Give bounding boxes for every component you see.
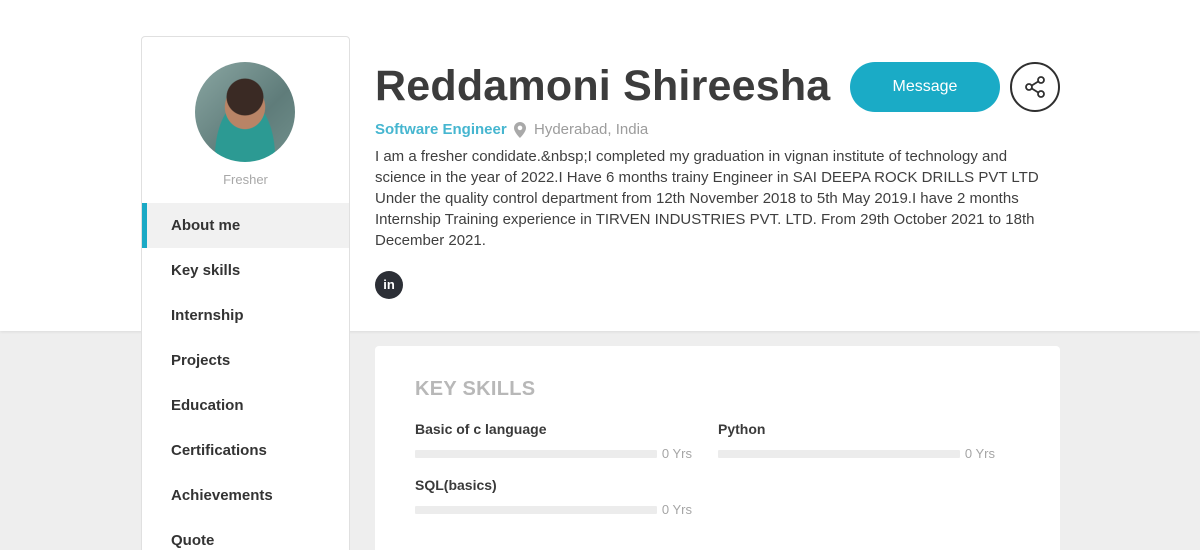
sidebar-item-internship[interactable]: Internship	[142, 293, 349, 338]
sidebar-menu: About me Key skills Internship Projects …	[142, 203, 349, 550]
sidebar-item-certifications[interactable]: Certifications	[142, 428, 349, 473]
message-button[interactable]: Message	[850, 62, 1000, 112]
sidebar-item-label: Key skills	[171, 262, 241, 279]
key-skills-card: KEY SKILLS Basic of c language 0 Yrs Pyt…	[375, 346, 1060, 550]
share-button[interactable]	[1010, 62, 1060, 112]
avatar	[195, 62, 295, 162]
share-icon	[1025, 76, 1045, 98]
sidebar-item-label: Projects	[171, 352, 231, 369]
skill-years: 0 Yrs	[661, 446, 692, 461]
sidebar-item-key-skills[interactable]: Key skills	[142, 248, 349, 293]
skill-years: 0 Yrs	[661, 502, 692, 517]
sidebar-item-education[interactable]: Education	[142, 383, 349, 428]
profile-sidebar: Fresher About me Key skills Internship P…	[141, 36, 350, 550]
sidebar-item-label: Quote	[171, 532, 215, 549]
profile-role: Software Engineer	[375, 121, 507, 138]
sidebar-item-achievements[interactable]: Achievements	[142, 473, 349, 518]
skill-item: Python 0 Yrs	[718, 421, 995, 461]
skill-item: SQL(basics) 0 Yrs	[415, 477, 692, 517]
sidebar-item-projects[interactable]: Projects	[142, 338, 349, 383]
key-skills-title: KEY SKILLS	[415, 378, 536, 400]
candidate-status: Fresher	[223, 172, 268, 187]
location-pin-icon	[514, 121, 526, 138]
location-text: Hyderabad, India	[534, 121, 649, 138]
sidebar-item-about-me[interactable]: About me	[142, 203, 349, 248]
sidebar-item-label: Achievements	[171, 487, 273, 504]
skill-years: 0 Yrs	[964, 446, 995, 461]
linkedin-icon[interactable]: in	[375, 271, 403, 299]
skill-bar	[415, 505, 657, 514]
skill-item: Basic of c language 0 Yrs	[415, 421, 692, 461]
sidebar-item-label: About me	[171, 217, 241, 234]
sidebar-item-label: Education	[171, 397, 244, 414]
skill-name: Python	[718, 421, 766, 437]
sidebar-item-label: Certifications	[171, 442, 267, 459]
skill-bar	[415, 449, 657, 458]
profile-bio: I am a fresher condidate.&nbsp;I complet…	[375, 148, 1039, 249]
skill-bar	[718, 449, 960, 458]
sidebar-item-label: Internship	[171, 307, 244, 324]
skill-name: Basic of c language	[415, 421, 547, 437]
skill-name: SQL(basics)	[415, 477, 497, 493]
sidebar-item-quote[interactable]: Quote	[142, 518, 349, 550]
profile-name: Reddamoni Shireesha	[375, 62, 831, 110]
profile-location: Hyderabad, India	[514, 121, 648, 138]
